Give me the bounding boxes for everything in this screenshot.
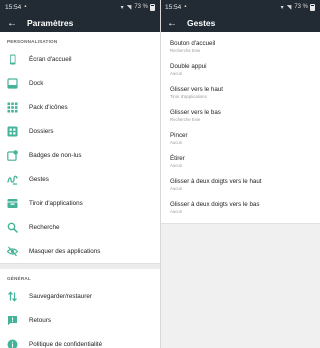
app-drawer-icon xyxy=(7,198,18,209)
gesture-action: Recherche Evie xyxy=(170,48,201,53)
notification-icon: ▪ xyxy=(24,4,27,10)
gesture-title: Glisser vers le haut xyxy=(170,86,223,93)
settings-item-label: Dock xyxy=(29,79,44,87)
settings-item[interactable]: Tiroir d'applications xyxy=(0,191,160,215)
gesture-item[interactable]: Glisser vers le haut Tiroir d'application… xyxy=(160,82,320,105)
gesture-action: Aucun xyxy=(170,186,183,191)
gesture-title: Pincer xyxy=(170,132,188,139)
gesture-action: Aucun xyxy=(170,163,183,168)
settings-item-label: Tiroir d'applications xyxy=(29,199,83,207)
signal-icon: ▾ xyxy=(120,4,124,11)
status-time: 15:54 xyxy=(165,3,182,11)
back-arrow-icon[interactable]: ← xyxy=(167,18,187,29)
settings-item[interactable]: Recherche xyxy=(0,215,160,239)
section-header-general: GÉNÉRAL xyxy=(7,276,31,281)
settings-item-label: Pack d'icônes xyxy=(29,103,68,111)
page-title: Paramètres xyxy=(27,18,74,28)
settings-item[interactable]: Sauvegarder/restaurer xyxy=(0,284,160,308)
settings-item-label: Dossiers xyxy=(29,127,54,135)
settings-item[interactable]: Masquer des applications xyxy=(0,239,160,263)
settings-item[interactable]: Écran d'accueil xyxy=(0,47,160,71)
feedback-icon xyxy=(7,315,18,326)
gesture-item[interactable]: Double appui Aucun xyxy=(160,59,320,82)
settings-item-label: Politique de confidentialité xyxy=(29,340,103,348)
settings-item-label: Écran d'accueil xyxy=(29,55,72,63)
folders-icon xyxy=(7,126,18,137)
settings-item[interactable]: Badges de non-lus xyxy=(0,143,160,167)
wifi-icon: ◥ xyxy=(126,4,132,11)
gesture-title: Glisser à deux doigts vers le bas xyxy=(170,201,260,208)
settings-item-label: Gestes xyxy=(29,175,49,183)
icon-pack-icon xyxy=(7,102,18,113)
gesture-action: Aucun xyxy=(170,140,183,145)
settings-item-label: Badges de non-lus xyxy=(29,151,82,159)
settings-item[interactable]: Dossiers xyxy=(0,119,160,143)
backup-restore-icon xyxy=(7,290,18,302)
gesture-item[interactable]: Pincer Aucun xyxy=(160,128,320,151)
search-icon xyxy=(7,222,18,233)
info-icon xyxy=(7,339,18,348)
settings-item-label: Sauvegarder/restaurer xyxy=(29,292,93,300)
status-time: 15:54 xyxy=(5,3,22,11)
settings-item[interactable]: Dock xyxy=(0,71,160,95)
notification-icon: ▪ xyxy=(184,4,187,10)
status-bar: 15:54 ▪ ▾ ◥ 73 % xyxy=(160,0,320,14)
gesture-title: Glisser vers le bas xyxy=(170,109,221,116)
wifi-icon: ◥ xyxy=(286,4,292,11)
settings-item[interactable]: Gestes xyxy=(0,167,160,191)
battery-icon xyxy=(150,3,155,11)
settings-item[interactable]: Retours xyxy=(0,308,160,332)
gestures-toolbar: ← Gestes xyxy=(160,14,320,32)
settings-item-label: Masquer des applications xyxy=(29,247,101,255)
settings-item[interactable]: Pack d'icônes xyxy=(0,95,160,119)
gesture-action: Tiroir d'applications xyxy=(170,94,207,99)
gesture-item[interactable]: Glisser à deux doigts vers le haut Aucun xyxy=(160,174,320,197)
settings-panel: 15:54 ▪ ▾ ◥ 73 % ← Paramètres PERSONNALI… xyxy=(0,0,160,348)
settings-item[interactable]: Politique de confidentialité xyxy=(0,332,160,348)
section-header-personnalisation: PERSONNALISATION xyxy=(7,39,58,44)
gesture-title: Étirer xyxy=(170,155,185,162)
gesture-title: Double appui xyxy=(170,63,207,70)
status-bar: 15:54 ▪ ▾ ◥ 73 % xyxy=(0,0,160,14)
gesture-action: Aucun xyxy=(170,209,183,214)
gestures-panel: 15:54 ▪ ▾ ◥ 73 % ← Gestes Bouton d'accue… xyxy=(160,0,320,348)
settings-toolbar: ← Paramètres xyxy=(0,14,160,32)
dock-icon xyxy=(7,77,18,89)
badge-icon xyxy=(7,149,18,161)
gesture-item[interactable]: Glisser à deux doigts vers le bas Aucun xyxy=(160,197,320,220)
back-arrow-icon[interactable]: ← xyxy=(7,18,27,29)
page-title: Gestes xyxy=(187,18,216,28)
signal-icon: ▾ xyxy=(280,4,284,11)
gesture-item[interactable]: Étirer Aucun xyxy=(160,151,320,174)
hide-icon xyxy=(7,246,18,257)
gesture-item[interactable]: Bouton d'accueil Recherche Evie xyxy=(160,36,320,59)
settings-item-label: Recherche xyxy=(29,223,60,231)
gesture-list: Bouton d'accueil Recherche Evie Double app… xyxy=(160,32,320,224)
phone-icon xyxy=(7,54,18,65)
panel-divider xyxy=(159,0,161,348)
gesture-item[interactable]: Glisser vers le bas Recherche Evie xyxy=(160,105,320,128)
gesture-title: Bouton d'accueil xyxy=(170,40,216,47)
gesture-action: Recherche Evie xyxy=(170,117,201,122)
gesture-action: Aucun xyxy=(170,71,183,76)
battery-text: 73 % xyxy=(294,4,308,10)
battery-text: 73 % xyxy=(134,4,148,10)
gesture-title: Glisser à deux doigts vers le haut xyxy=(170,178,262,185)
gesture-icon xyxy=(7,174,18,185)
settings-item-label: Retours xyxy=(29,316,52,324)
battery-icon xyxy=(310,3,315,11)
